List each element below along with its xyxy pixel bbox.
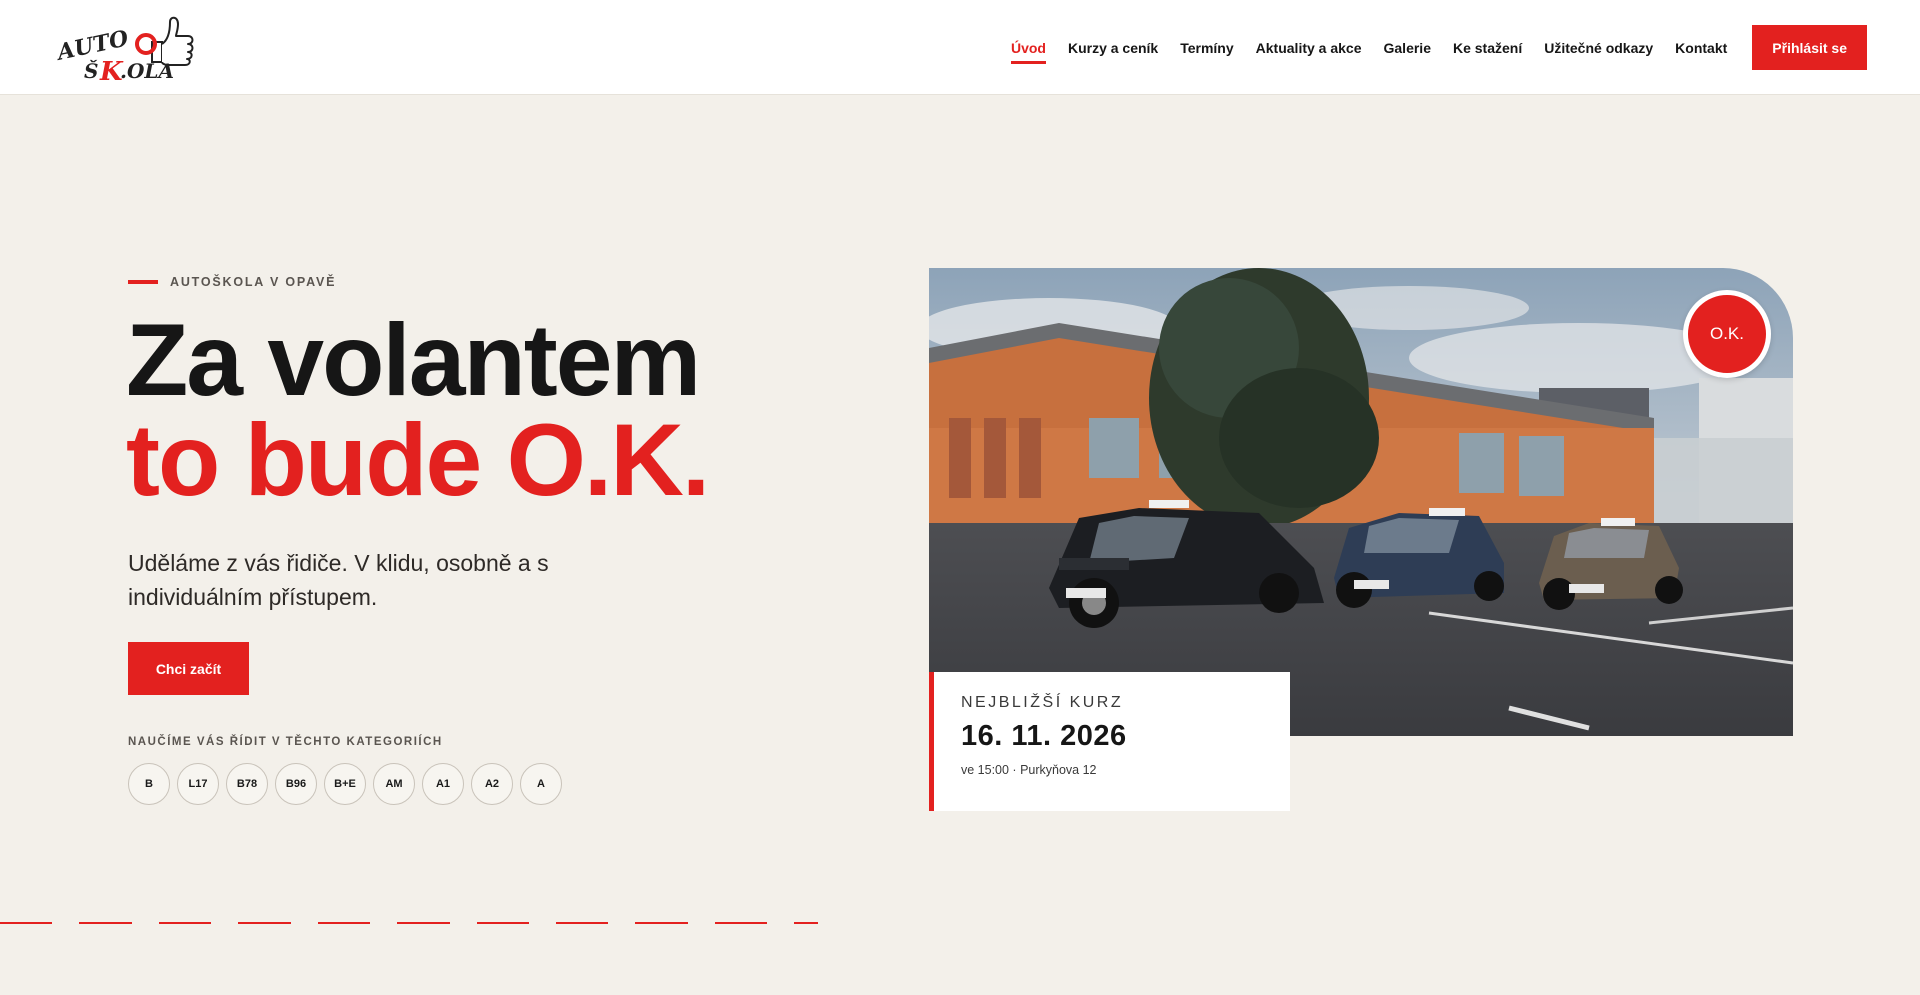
divider-dash xyxy=(317,922,371,924)
category-chip-a2[interactable]: A2 xyxy=(471,763,513,805)
hero-lead: Uděláme z vás řidiče. V klidu, osobně a … xyxy=(128,550,549,610)
license-categories: B L17 B78 B96 B+E AM A1 A2 A xyxy=(128,763,569,805)
category-chip-b[interactable]: B xyxy=(128,763,170,805)
category-chip-a1[interactable]: A1 xyxy=(422,763,464,805)
divider-dash xyxy=(158,922,212,924)
divider-dash xyxy=(714,922,768,924)
eyebrow-text: AUTOŠKOLA V OPAVĚ xyxy=(170,275,337,289)
headline-line-1: Za volantem xyxy=(126,303,701,417)
next-course-card[interactable]: NEJBLIŽŠÍ KURZ 16. 11. 2026 ve 15:00 · P… xyxy=(929,672,1290,811)
start-button[interactable]: Chci začít xyxy=(128,642,249,695)
nav-item-kurzy-a-cenik[interactable]: Kurzy a ceník xyxy=(1068,40,1158,56)
autoskola-logo[interactable]: AUTO Š K .OLA xyxy=(53,10,206,87)
nav-item-uvod[interactable]: Úvod xyxy=(1010,40,1046,64)
category-chip-b78[interactable]: B78 xyxy=(226,763,268,805)
dashed-divider xyxy=(0,922,845,924)
category-chip-am[interactable]: AM xyxy=(373,763,415,805)
next-course-meta: ve 15:00 · Purkyňova 12 xyxy=(961,763,1097,777)
category-chip-be[interactable]: B+E xyxy=(324,763,366,805)
divider-dash xyxy=(0,922,53,924)
divider-dash xyxy=(635,922,688,924)
nav-item-galerie[interactable]: Galerie xyxy=(1384,40,1431,56)
next-course-label: NEJBLIŽŠÍ KURZ xyxy=(961,694,1124,711)
category-chip-a[interactable]: A xyxy=(520,763,562,805)
main-nav: Úvod Kurzy a ceník Termíny Aktuality a a… xyxy=(989,0,1920,95)
divider-dash xyxy=(476,922,529,924)
divider-dash xyxy=(397,922,450,924)
divider-dash xyxy=(238,922,291,924)
hero-headline: Za volantem to bude O.K. xyxy=(126,303,710,517)
ok-badge: O.K. xyxy=(1683,290,1771,378)
hero-eyebrow: AUTOŠKOLA V OPAVĚ xyxy=(128,275,336,289)
next-course-date: 16. 11. 2026 xyxy=(961,720,1127,752)
divider-dash xyxy=(794,922,819,924)
login-button[interactable]: Přihlásit se xyxy=(1752,25,1867,70)
nav-item-kontakt[interactable]: Kontakt xyxy=(1675,40,1727,56)
svg-text:.OLA: .OLA xyxy=(120,59,174,83)
headline-line-2: to bude O.K. xyxy=(126,403,710,517)
divider-dash xyxy=(79,922,132,924)
eyebrow-accent-line xyxy=(128,280,158,284)
nav-item-uzitecne-odkazy[interactable]: Užitečné odkazy xyxy=(1544,40,1653,56)
site-header: AUTO Š K .OLA Úvod Kurzy a ceník Termíny… xyxy=(0,0,1920,95)
category-chip-b96[interactable]: B96 xyxy=(275,763,317,805)
nav-item-aktuality[interactable]: Aktuality a akce xyxy=(1256,40,1362,56)
hero-photo-cars xyxy=(929,268,1793,736)
nav-item-terminy[interactable]: Termíny xyxy=(1180,40,1233,56)
category-chip-l17[interactable]: L17 xyxy=(177,763,219,805)
nav-item-ke-stazeni[interactable]: Ke stažení xyxy=(1453,40,1522,56)
divider-dash xyxy=(555,922,609,924)
categories-label: NAUČÍME VÁS ŘÍDIT V TĚCHTO KATEGORIÍCH xyxy=(128,736,443,748)
svg-text:Š: Š xyxy=(84,58,98,83)
